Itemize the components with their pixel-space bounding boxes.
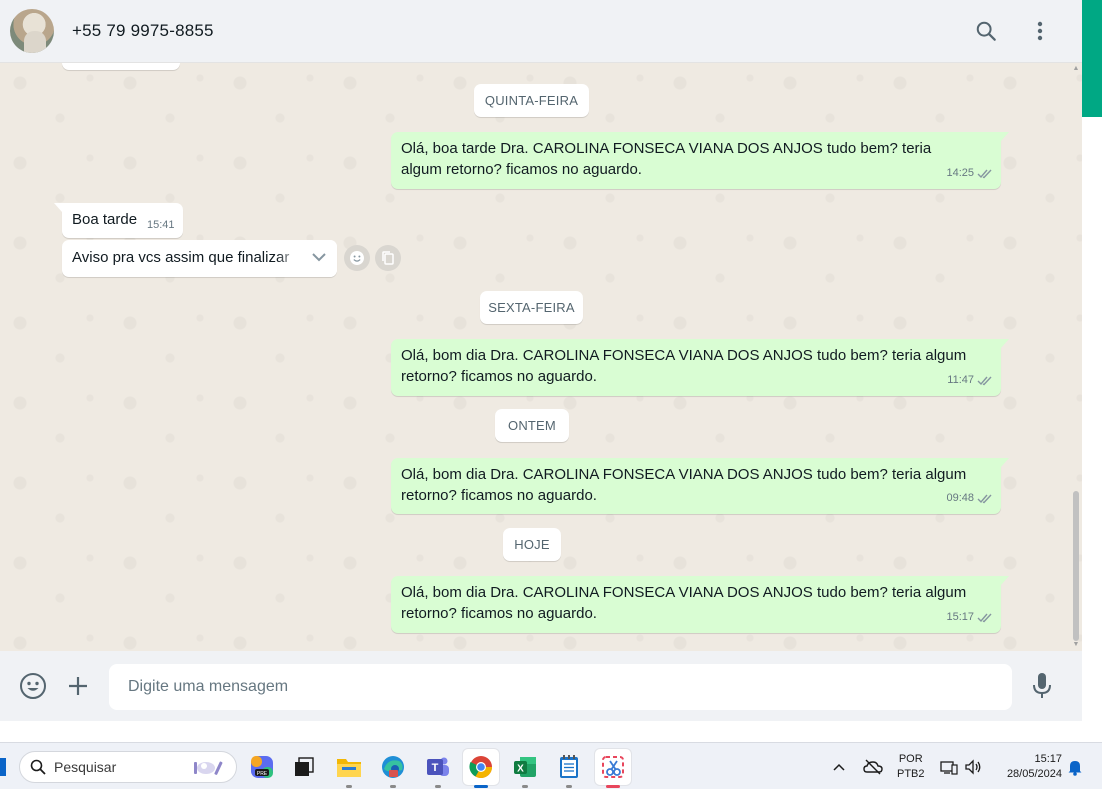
scroll-thumb[interactable]	[1073, 491, 1079, 641]
day-separator: ONTEM	[495, 409, 569, 442]
message-time: 15:41	[147, 219, 175, 231]
outgoing-message[interactable]: Olá, bom dia Dra. CAROLINA FONSECA VIANA…	[391, 339, 1009, 396]
taskbar-search[interactable]: Pesquisar	[19, 751, 237, 783]
clock[interactable]: 15:17 28/05/2024	[996, 743, 1062, 789]
search-icon	[30, 759, 46, 775]
message-time: 09:48	[946, 492, 974, 504]
copy-icon[interactable]	[375, 245, 401, 271]
notification-bell-icon[interactable]	[1067, 743, 1083, 789]
message-text: Olá, bom dia Dra. CAROLINA FONSECA VIANA…	[401, 347, 967, 385]
snipping-tool-icon[interactable]	[595, 749, 631, 788]
day-separator: SEXTA-FEIRA	[480, 291, 583, 324]
previous-message-bubble	[62, 63, 180, 70]
language-indicator[interactable]: POR PTB2	[897, 743, 925, 789]
search-icon[interactable]	[974, 19, 998, 43]
incoming-message[interactable]: Boa tarde 15:41	[54, 203, 183, 238]
message-meta: 15:17	[946, 607, 993, 628]
outgoing-message[interactable]: Olá, boa tarde Dra. CAROLINA FONSECA VIA…	[391, 132, 1009, 189]
notepad-app-icon[interactable]	[551, 749, 587, 788]
emoji-reaction-icon[interactable]	[344, 245, 370, 271]
message-text: Boa tarde	[72, 211, 138, 228]
outgoing-message[interactable]: Olá, bom dia Dra. CAROLINA FONSECA VIANA…	[391, 458, 1009, 514]
clock-time: 15:17	[1034, 752, 1062, 765]
svg-text:T: T	[432, 762, 439, 774]
message-input[interactable]	[109, 664, 1012, 710]
double-check-icon	[977, 376, 992, 386]
message-meta: 14:25	[946, 163, 993, 184]
message-composer	[0, 651, 1082, 721]
task-view-icon[interactable]	[286, 749, 322, 785]
emoji-icon[interactable]	[18, 671, 48, 701]
menu-icon[interactable]	[1028, 19, 1052, 43]
search-highlight-icon	[194, 761, 223, 775]
show-hidden-icons[interactable]	[832, 743, 846, 789]
search-label: Pesquisar	[54, 759, 117, 775]
chrome-browser-icon[interactable]	[463, 749, 499, 788]
day-separator: QUINTA-FEIRA	[474, 84, 589, 117]
message-text: Olá, bom dia Dra. CAROLINA FONSECA VIANA…	[401, 584, 967, 622]
microphone-icon[interactable]	[1027, 671, 1057, 701]
clock-date: 28/05/2024	[1006, 767, 1062, 780]
window-bottom-gap	[0, 721, 1102, 742]
incoming-message-hovered[interactable]: Aviso pra vcs assim que finalizar	[62, 240, 337, 277]
message-meta: 09:48	[946, 488, 993, 509]
edge-browser-icon[interactable]	[375, 749, 411, 788]
chevron-up-icon	[833, 763, 845, 771]
svg-text:PRE: PRE	[257, 771, 268, 777]
svg-text:X: X	[517, 764, 524, 775]
double-check-icon	[977, 613, 992, 623]
contact-name[interactable]: +55 79 9975-8855	[72, 21, 214, 41]
scroll-down-icon[interactable]: ▼	[1072, 641, 1080, 649]
double-check-icon	[977, 169, 992, 179]
header-actions	[974, 19, 1052, 43]
window-edge	[1082, 0, 1102, 721]
language-code: POR	[898, 752, 923, 765]
contact-avatar[interactable]	[10, 9, 54, 53]
message-time: 11:47	[947, 374, 974, 386]
excel-app-icon[interactable]: X	[507, 749, 543, 788]
message-meta: 11:47	[947, 370, 993, 391]
scroll-up-icon[interactable]: ▲	[1072, 65, 1080, 73]
day-separator: HOJE	[503, 528, 561, 561]
keyboard-layout: PTB2	[897, 767, 925, 780]
message-list[interactable]: QUINTA-FEIRA Olá, boa tarde Dra. CAROLIN…	[0, 63, 1082, 651]
chat-scrollbar[interactable]: ▲ ▼	[1072, 63, 1080, 651]
copilot-app-icon[interactable]: PRE	[244, 749, 280, 785]
message-text: Olá, bom dia Dra. CAROLINA FONSECA VIANA…	[401, 466, 967, 504]
message-time: 14:25	[946, 167, 974, 179]
message-time: 15:17	[946, 611, 974, 623]
volume-icon[interactable]	[964, 743, 982, 789]
windows-start-icon[interactable]	[0, 758, 6, 776]
double-check-icon	[977, 494, 992, 504]
file-explorer-icon[interactable]	[331, 749, 367, 788]
taskbar: Pesquisar PRE T X POR PTB2 15:17 28/05/2…	[0, 742, 1102, 789]
onedrive-offline-icon[interactable]	[863, 743, 883, 789]
chat-header: +55 79 9975-8855	[0, 0, 1082, 63]
teams-app-icon[interactable]: T	[420, 749, 456, 788]
attach-plus-icon[interactable]	[63, 671, 93, 701]
outgoing-message[interactable]: Olá, bom dia Dra. CAROLINA FONSECA VIANA…	[391, 576, 1009, 633]
network-icon[interactable]	[940, 743, 958, 789]
message-text: Aviso pra vcs assim que finalizar	[72, 249, 290, 266]
message-text: Olá, boa tarde Dra. CAROLINA FONSECA VIA…	[401, 140, 932, 178]
accent-strip	[1082, 0, 1102, 117]
chevron-down-icon[interactable]	[309, 249, 329, 265]
